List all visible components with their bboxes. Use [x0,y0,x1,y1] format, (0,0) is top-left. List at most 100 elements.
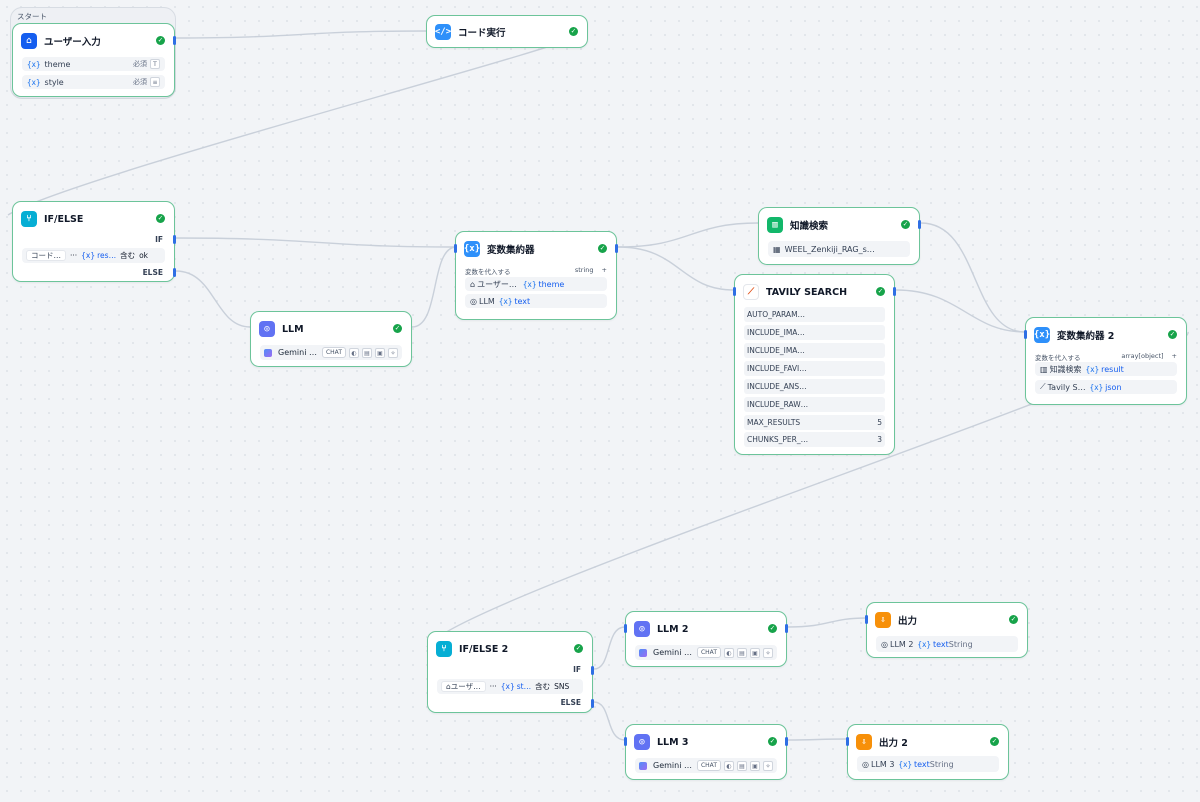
tavily-icon: ⟋ [743,284,759,300]
output-var-row[interactable]: ◎ LLM 2 {x} text String [876,636,1018,652]
node-header: </> コード実行 [435,23,579,41]
node-title: コード実行 [458,28,506,39]
node-user-input[interactable]: ⌂ ユーザー入力 ✓ {x} theme 必須 T {x} style 必須 ≡ [12,23,176,97]
edge-aggr1-tavily [617,246,735,291]
variable-icon: {x} [1089,382,1104,392]
param-row[interactable]: INCLUDE_RAW… [744,397,885,412]
source-var: theme [538,279,565,289]
variable-icon: {x} [27,77,41,87]
var-type: String [929,759,954,769]
aggregated-var-row[interactable]: ▥ 知識検索 {x} result [1035,362,1177,376]
node-ifelse-2[interactable]: ⑂ IF/ELSE 2 ✓ IF ⌂ユーザ… ··· {x} st… 含む SN… [427,631,594,713]
aggregated-var-row[interactable]: ⟋ Tavily S… {x} json [1035,380,1177,394]
assign-header: 変数を代入する array[object] + [1035,352,1177,362]
dataset-row[interactable]: ▦ WEEL_Zenkiji_RAG_s… [768,241,910,257]
condition-row[interactable]: コード… ··· {x} res… 含む ok [22,248,165,263]
input-port[interactable] [865,615,868,624]
source-node: LLM 3 [870,759,895,769]
else-port[interactable] [173,268,176,277]
else-port[interactable] [591,699,594,708]
node-header: ◎ LLM 2 [634,620,778,638]
add-icon[interactable]: + [602,266,607,276]
output-port[interactable] [918,220,921,229]
output-port[interactable] [615,244,618,253]
input-port[interactable] [624,624,627,633]
node-ifelse-1[interactable]: ⑂ IF/ELSE ✓ IF コード… ··· {x} res… 含む ok E… [12,201,176,282]
aggregated-var-row[interactable]: ◎ LLM {x} text [465,294,607,308]
else-branch-label: ELSE [142,268,163,277]
edge-else-llm1 [175,270,251,328]
param-row[interactable]: MAX_RESULTS 5 [744,415,885,430]
condition-value: ok [139,251,149,260]
if-port[interactable] [173,235,176,244]
input-port[interactable] [733,287,736,296]
param-name: INCLUDE_ANS… [747,382,807,391]
param-row[interactable]: INCLUDE_ANS… [744,379,885,394]
assign-label: 変数を代入する [1035,354,1081,362]
output-port[interactable] [893,287,896,296]
success-check-icon: ✓ [574,644,583,653]
node-aggregator-1[interactable]: {x} 変数集約器 ✓ 変数を代入する string + ⌂ ユーザー… {x}… [454,231,618,320]
node-knowledge-retrieval[interactable]: ▥ 知識検索 ✓ ▦ WEEL_Zenkiji_RAG_s… [758,207,921,265]
node-output-1[interactable]: ⇩ 出力 ✓ ◎ LLM 2 {x} text String [865,602,1028,658]
source-var: text [913,759,930,769]
tool-icon: ✧ [388,347,398,358]
condition-lhs-text: ユーザ… [450,682,481,691]
output-var-row[interactable]: ◎ LLM 3 {x} text String [857,756,999,772]
image-icon: ▣ [750,647,760,658]
book-icon: ▥ [767,217,783,233]
if-port[interactable] [591,666,594,675]
source-node: 知識検索 [1049,364,1082,374]
input-var-style[interactable]: {x} style 必須 ≡ [22,75,165,89]
param-row[interactable]: AUTO_PARAM… [744,307,885,322]
add-icon[interactable]: + [1172,352,1177,362]
node-llm-3[interactable]: ◎ LLM 3 ✓ Gemini … CHAT ◐ ▤ ▣ ✧ [624,724,788,780]
node-output-2[interactable]: ⇩ 出力 2 ✓ ◎ LLM 3 {x} text String [846,724,1009,780]
source-node: Tavily S… [1047,382,1086,392]
node-llm-2[interactable]: ◎ LLM 2 ✓ Gemini … CHAT ◐ ▤ ▣ ✧ [624,611,788,667]
edge-if2-llm2 [593,626,626,670]
model-selector[interactable]: Gemini … CHAT ◐ ▤ ▣ ✧ [635,758,777,773]
var-type: String [948,639,973,649]
node-tavily-search[interactable]: ⟋ TAVILY SEARCH ✓ AUTO_PARAM… INCLUDE_IM… [733,274,896,455]
model-selector[interactable]: Gemini … CHAT ◐ ▤ ▣ ✧ [635,645,777,660]
node-aggregator-2[interactable]: {x} 変数集約器 2 ✓ 変数を代入する array[object] + ▥ … [1024,317,1187,405]
input-port[interactable] [454,244,457,253]
condition-var: st… [516,682,532,691]
model-name: Gemini … [653,648,692,657]
node-title: LLM [282,323,304,335]
condition-row[interactable]: ⌂ユーザ… ··· {x} st… 含む SNS [437,679,583,694]
param-row[interactable]: CHUNKS_PER_… 3 [744,432,885,447]
param-row[interactable]: INCLUDE_IMA… [744,325,885,340]
node-code-exec[interactable]: </> コード実行 ✓ [426,15,588,48]
workflow-canvas[interactable]: スタート ⌂ ユーザー入力 ✓ {x} theme 必須 T {x} style… [0,0,1200,802]
output-port[interactable] [785,737,788,746]
success-check-icon: ✓ [768,624,777,633]
param-row[interactable]: INCLUDE_FAVI… [744,361,885,376]
success-check-icon: ✓ [876,287,885,296]
model-selector[interactable]: Gemini … CHAT ◐ ▤ ▣ ✧ [260,345,402,360]
mode-badge: CHAT [696,760,721,771]
node-title: ユーザー入力 [44,37,101,48]
output-port[interactable] [785,624,788,633]
param-row[interactable]: INCLUDE_IMA… [744,343,885,358]
aggregated-var-row[interactable]: ⌂ ユーザー… {x} theme [465,277,607,291]
param-name: CHUNKS_PER_… [747,435,809,444]
branch-icon: ⑂ [436,641,452,657]
image-icon: ▣ [750,760,760,771]
input-port[interactable] [624,737,627,746]
edge-aggr1-knowledge [617,222,759,248]
model-name: Gemini … [278,348,317,357]
input-port[interactable] [1024,330,1027,339]
brain-icon: ◎ [862,759,869,769]
input-var-theme[interactable]: {x} theme 必須 T [22,57,165,71]
type-label: string [574,266,594,274]
input-port[interactable] [846,737,849,746]
variable-icon: {x} [917,639,931,649]
node-llm-1[interactable]: ◎ LLM ✓ Gemini … CHAT ◐ ▤ ▣ ✧ [250,311,412,367]
select-type-icon: ≡ [150,77,160,87]
condition-var: res… [97,251,117,260]
output-port[interactable] [173,36,176,45]
dataset-name: WEEL_Zenkiji_RAG_s… [784,244,875,254]
mode-badge: CHAT [321,347,346,358]
